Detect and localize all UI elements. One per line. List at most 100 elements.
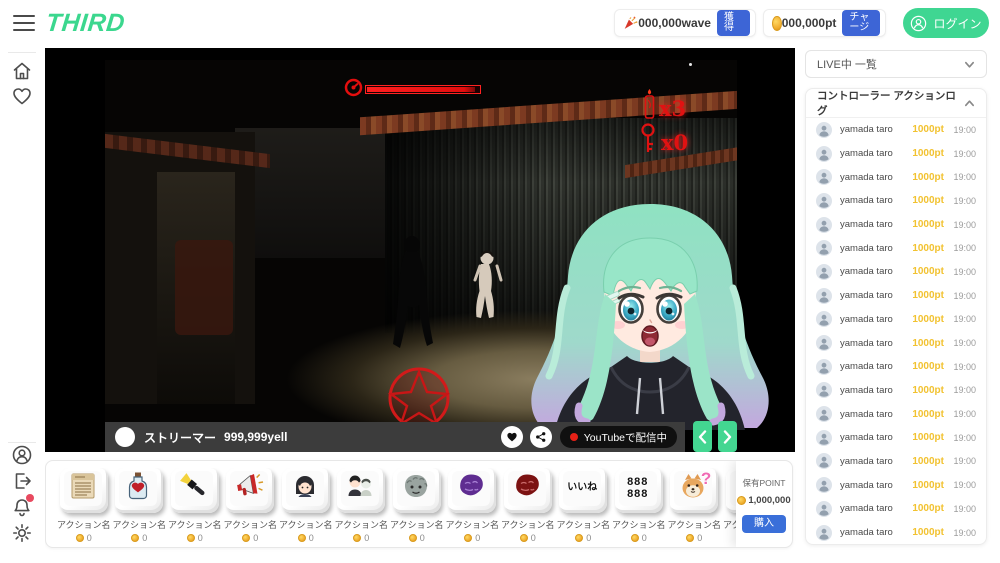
coin-icon — [409, 534, 417, 542]
action-item[interactable]: アクション名 0 — [112, 468, 168, 548]
user-avatar-icon — [816, 477, 832, 493]
log-time: 19:00 — [951, 528, 976, 538]
video-player[interactable]: x3 x0 — [45, 48, 795, 452]
action-log-row[interactable]: yamada taro 1000pt 19:00 — [806, 189, 986, 213]
bell-icon[interactable] — [11, 496, 33, 518]
heart-icon[interactable] — [11, 85, 33, 107]
action-log-row[interactable]: yamada taro 1000pt 19:00 — [806, 521, 986, 545]
action-label: アクション名 — [556, 518, 612, 531]
log-username: yamada taro — [840, 195, 912, 206]
logout-icon[interactable] — [11, 470, 33, 492]
log-username: yamada taro — [840, 385, 912, 396]
action-keycap[interactable]: ? — [670, 468, 718, 513]
action-log-row[interactable]: yamada taro 1000pt 19:00 — [806, 118, 986, 142]
action-log-row[interactable]: yamada taro 1000pt 19:00 — [806, 142, 986, 166]
action-item[interactable]: アクション名 0 — [445, 468, 501, 548]
action-log-row[interactable]: yamada taro 1000pt 19:00 — [806, 379, 986, 403]
log-time: 19:00 — [951, 409, 976, 419]
action-log-row[interactable]: yamada taro 1000pt 19:00 — [806, 426, 986, 450]
brand-logo[interactable]: THIRD — [44, 9, 126, 38]
action-log-row[interactable]: yamada taro 1000pt 19:00 — [806, 473, 986, 497]
user-avatar-icon — [816, 169, 832, 185]
action-item[interactable]: アクション名 0 — [56, 468, 112, 548]
action-keycap[interactable]: いいね — [559, 468, 607, 513]
scroll-icon — [68, 471, 98, 506]
action-item[interactable]: アクション名 0 — [223, 468, 279, 548]
log-username: yamada taro — [840, 338, 912, 349]
action-keycap[interactable] — [282, 468, 330, 513]
action-log-row[interactable]: yamada taro 1000pt 19:00 — [806, 331, 986, 355]
action-log-row[interactable]: yamada taro 1000pt 19:00 — [806, 308, 986, 332]
user-avatar-icon — [816, 122, 832, 138]
action-item[interactable]: ? アクション名 0 — [667, 468, 723, 548]
purple-sticker-icon — [456, 471, 486, 506]
log-time: 19:00 — [951, 433, 976, 443]
log-username: yamada taro — [840, 172, 912, 183]
megaphone-icon — [234, 471, 264, 506]
point-value: 000,000pt — [782, 16, 837, 30]
action-label: アクション名 — [611, 518, 667, 531]
action-keycap[interactable] — [60, 468, 108, 513]
action-log-row[interactable]: yamada taro 1000pt 19:00 — [806, 213, 986, 237]
action-keycap[interactable] — [171, 468, 219, 513]
action-item[interactable]: いいね アクション名 0 — [556, 468, 612, 548]
action-item[interactable]: アクション名 0 — [389, 468, 445, 548]
gear-icon[interactable] — [11, 522, 33, 544]
action-keycap[interactable] — [504, 468, 552, 513]
login-button[interactable]: ログイン — [903, 8, 989, 38]
action-item[interactable]: アクション名 0 — [334, 468, 390, 548]
action-log-row[interactable]: yamada taro 1000pt 19:00 — [806, 260, 986, 284]
action-label: アクション名 — [56, 518, 112, 531]
action-keycap[interactable]: 888888 — [615, 468, 663, 513]
action-log-row[interactable]: yamada taro 1000pt 19:00 — [806, 284, 986, 308]
action-log-panel: コントローラー アクションログ yamada taro 1000pt 19:00… — [805, 88, 987, 545]
acquire-button[interactable]: 獲得 — [717, 10, 750, 36]
share-button[interactable] — [530, 426, 552, 448]
action-log-row[interactable]: yamada taro 1000pt 19:00 — [806, 402, 986, 426]
streamer-avatar — [115, 427, 135, 447]
log-points: 1000pt — [912, 432, 944, 443]
action-keycap[interactable] — [226, 468, 274, 513]
log-time: 19:00 — [951, 220, 976, 230]
party-popper-icon — [623, 15, 638, 31]
charge-button[interactable]: チャージ — [842, 10, 880, 36]
action-keycap[interactable] — [393, 468, 441, 513]
log-username: yamada taro — [840, 243, 912, 254]
prev-stream-button[interactable] — [693, 421, 712, 452]
action-log-list: yamada taro 1000pt 19:00 yamada taro 100… — [806, 118, 986, 544]
youtube-live-badge[interactable]: YouTubeで配信中 — [560, 426, 677, 448]
action-log-row[interactable]: yamada taro 1000pt 19:00 — [806, 497, 986, 521]
action-item[interactable]: アクション名 0 — [500, 468, 556, 548]
user-avatar-icon — [816, 525, 832, 541]
user-avatar-icon — [816, 430, 832, 446]
hamburger-menu-icon[interactable] — [13, 15, 35, 32]
wave-value: 000,000wave — [638, 16, 711, 30]
page: THIRD 000,000wave 獲得 000,000pt チャージ ログイン — [0, 0, 1000, 563]
log-points: 1000pt — [912, 314, 944, 325]
coin-icon — [631, 534, 639, 542]
action-keycap[interactable] — [115, 468, 163, 513]
action-item[interactable]: 888888 アクション名 0 — [611, 468, 667, 548]
user-avatar-icon — [816, 406, 832, 422]
live-list-label: LIVE中 一覧 — [817, 56, 964, 72]
action-keycap[interactable] — [448, 468, 496, 513]
action-log-row[interactable]: yamada taro 1000pt 19:00 — [806, 236, 986, 260]
action-log-row[interactable]: yamada taro 1000pt 19:00 — [806, 165, 986, 189]
monster-icon — [401, 471, 431, 506]
account-icon[interactable] — [11, 444, 33, 466]
log-username: yamada taro — [840, 290, 912, 301]
like-button[interactable] — [501, 426, 523, 448]
log-time: 19:00 — [951, 243, 976, 253]
action-keycap[interactable] — [337, 468, 385, 513]
next-stream-button[interactable] — [718, 421, 737, 452]
live-list-dropdown[interactable]: LIVE中 一覧 — [805, 50, 987, 78]
action-log-row[interactable]: yamada taro 1000pt 19:00 — [806, 450, 986, 474]
action-item[interactable]: アクション名 0 — [278, 468, 334, 548]
home-icon[interactable] — [11, 60, 33, 82]
action-log-header[interactable]: コントローラー アクションログ — [806, 89, 986, 118]
action-item[interactable]: アクション名 0 — [167, 468, 223, 548]
buy-points-button[interactable]: 購入 — [742, 515, 786, 533]
action-cost-value: 0 — [253, 533, 258, 543]
log-points: 1000pt — [912, 219, 944, 230]
action-log-row[interactable]: yamada taro 1000pt 19:00 — [806, 355, 986, 379]
